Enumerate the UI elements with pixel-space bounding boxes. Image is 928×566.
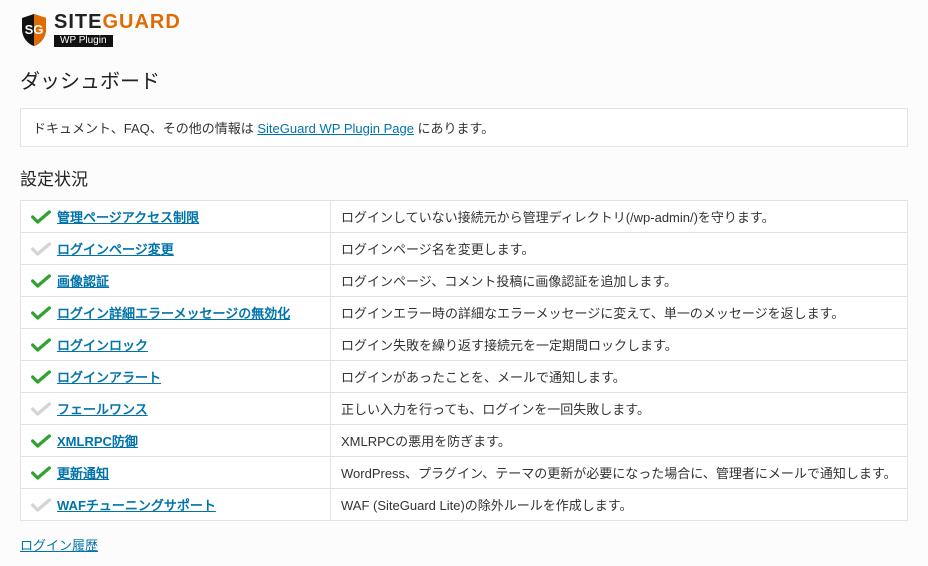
table-row: ログイン詳細エラーメッセージの無効化 ログインエラー時の詳細なエラーメッセージに変… (21, 297, 908, 329)
check-icon (31, 306, 51, 320)
feature-link[interactable]: ログインアラート (57, 367, 161, 386)
feature-desc: ログインページ、コメント投稿に画像認証を追加します。 (331, 265, 908, 297)
brand-name: SITEGUARD (54, 12, 181, 32)
login-history-link[interactable]: ログイン履歴 (20, 535, 98, 554)
feature-desc: XMLRPCの悪用を防ぎます。 (331, 425, 908, 457)
feature-desc: ログイン失敗を繰り返す接続元を一定期間ロックします。 (331, 329, 908, 361)
feature-desc: ログインしていない接続元から管理ディレクトリ(/wp-admin/)を守ります。 (331, 201, 908, 233)
table-row: ログインアラート ログインがあったことを、メールで通知します。 (21, 361, 908, 393)
shield-icon: SG (20, 13, 48, 47)
table-row: ログインページ変更 ログインページ名を変更します。 (21, 233, 908, 265)
check-icon (31, 370, 51, 384)
feature-link[interactable]: WAFチューニングサポート (57, 495, 216, 514)
feature-link[interactable]: ログイン詳細エラーメッセージの無効化 (57, 303, 290, 322)
check-icon (31, 466, 51, 480)
plugin-logo: SG SITEGUARD WP Plugin (20, 12, 908, 47)
info-prefix: ドキュメント、FAQ、その他の情報は (33, 121, 257, 136)
feature-desc: ログインページ名を変更します。 (331, 233, 908, 265)
feature-link[interactable]: ログインページ変更 (57, 239, 174, 258)
svg-text:SG: SG (25, 22, 44, 37)
feature-link[interactable]: ログインロック (57, 335, 148, 354)
table-row: 画像認証 ログインページ、コメント投稿に画像認証を追加します。 (21, 265, 908, 297)
check-icon (31, 434, 51, 448)
check-icon (31, 338, 51, 352)
feature-desc: WordPress、プラグイン、テーマの更新が必要になった場合に、管理者にメール… (331, 457, 908, 489)
page-title: ダッシュボード (20, 65, 908, 94)
feature-desc: ログインエラー時の詳細なエラーメッセージに変えて、単一のメッセージを返します。 (331, 297, 908, 329)
feature-link[interactable]: XMLRPC防御 (57, 431, 138, 450)
feature-link[interactable]: フェールワンス (57, 399, 148, 418)
check-icon (31, 242, 51, 256)
brand-badge: WP Plugin (54, 35, 113, 47)
check-icon (31, 402, 51, 416)
check-icon (31, 210, 51, 224)
table-row: ログインロック ログイン失敗を繰り返す接続元を一定期間ロックします。 (21, 329, 908, 361)
section-title: 設定状況 (20, 165, 908, 190)
feature-link[interactable]: 画像認証 (57, 271, 109, 290)
check-icon (31, 274, 51, 288)
table-row: フェールワンス 正しい入力を行っても、ログインを一回失敗します。 (21, 393, 908, 425)
check-icon (31, 498, 51, 512)
table-row: 更新通知 WordPress、プラグイン、テーマの更新が必要になった場合に、管理者… (21, 457, 908, 489)
feature-link[interactable]: 更新通知 (57, 463, 109, 482)
table-row: XMLRPC防御 XMLRPCの悪用を防ぎます。 (21, 425, 908, 457)
settings-table: 管理ページアクセス制限 ログインしていない接続元から管理ディレクトリ(/wp-ad… (20, 200, 908, 521)
feature-desc: ログインがあったことを、メールで通知します。 (331, 361, 908, 393)
table-row: WAFチューニングサポート WAF (SiteGuard Lite)の除外ルールを… (21, 489, 908, 521)
feature-link[interactable]: 管理ページアクセス制限 (57, 207, 199, 226)
plugin-page-link[interactable]: SiteGuard WP Plugin Page (257, 121, 414, 136)
info-suffix: にあります。 (414, 121, 494, 136)
table-row: 管理ページアクセス制限 ログインしていない接続元から管理ディレクトリ(/wp-ad… (21, 201, 908, 233)
info-box: ドキュメント、FAQ、その他の情報は SiteGuard WP Plugin P… (20, 108, 908, 147)
feature-desc: 正しい入力を行っても、ログインを一回失敗します。 (331, 393, 908, 425)
feature-desc: WAF (SiteGuard Lite)の除外ルールを作成します。 (331, 489, 908, 521)
